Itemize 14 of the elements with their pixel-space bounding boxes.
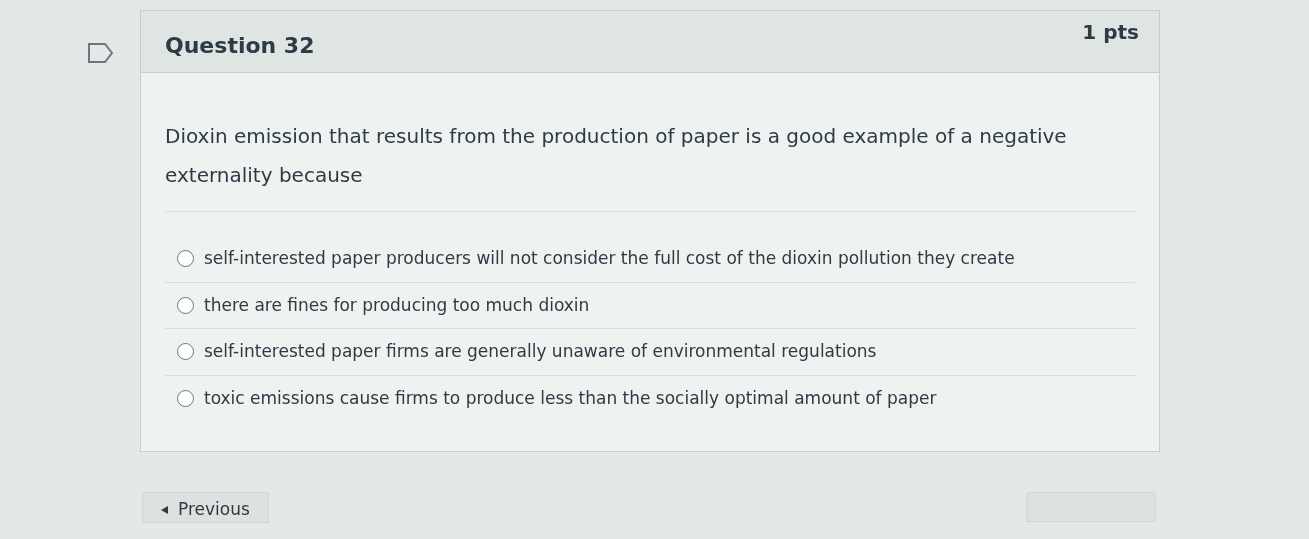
points-label: 1 pts [1082, 19, 1139, 46]
radio-button[interactable] [177, 250, 194, 268]
radio-button[interactable] [177, 343, 194, 361]
bookmark-icon[interactable] [88, 42, 114, 63]
answer-label[interactable]: self-interested paper firms are generally unaware of environmental regulations [204, 339, 877, 365]
answer-label[interactable]: there are fines for producing too much dioxin [204, 292, 590, 318]
question-text: Dioxin emission that results from the production of paper is a good example of a negative externality because [165, 117, 1135, 212]
caret-icon [161, 506, 168, 514]
answer-label[interactable]: self-interested paper producers will not consider the full cost of the dioxin pollution they create [204, 246, 1015, 272]
answer-label[interactable]: toxic emissions cause firms to produce less than the socially optimal amount of paper [204, 385, 937, 411]
previous-button[interactable]: Previous [142, 492, 269, 523]
radio-button[interactable] [177, 296, 194, 314]
radio-button[interactable] [177, 389, 194, 407]
question-title: Question 32 [165, 32, 315, 60]
